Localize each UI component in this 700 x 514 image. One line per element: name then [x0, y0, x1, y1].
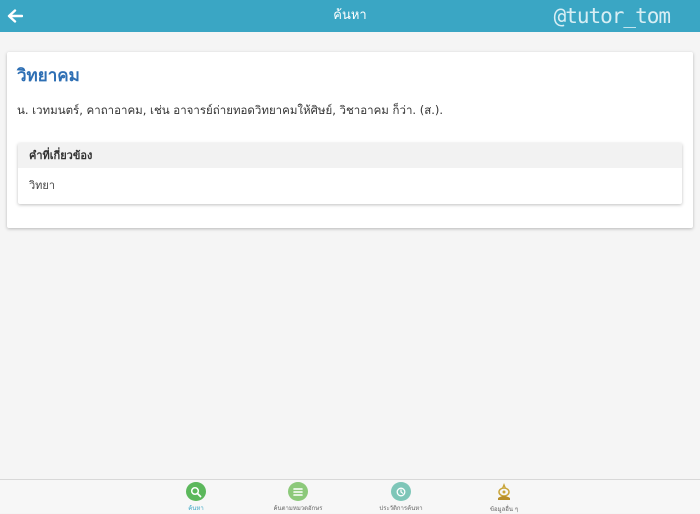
nav-alphabet[interactable]: ค้นตามหมวดอักษร — [253, 482, 343, 513]
nav-history[interactable]: ประวัติการค้นหา — [356, 482, 446, 513]
related-word-item[interactable]: วิทยา — [18, 168, 682, 204]
nav-search-label: ค้นหา — [188, 505, 204, 512]
nav-history-label: ประวัติการค้นหา — [379, 505, 423, 512]
nav-more-info[interactable]: ข้อมูลอื่น ๆ — [459, 482, 549, 513]
bottom-nav-bar: ค้นหา ค้นตามหมวดอักษร ประวัติการค้นหา ข้… — [0, 479, 700, 513]
nav-alphabet-label: ค้นตามหมวดอักษร — [273, 505, 323, 512]
watermark: @tutor_tom — [553, 4, 671, 28]
search-icon — [186, 482, 206, 501]
top-app-bar: ค้นหา @tutor_tom — [0, 0, 700, 32]
related-words-panel: คำที่เกี่ยวข้อง วิทยา — [18, 143, 682, 204]
entry-definition: น. เวทมนตร์, คาถาอาคม, เช่น อาจารย์ถ่ายท… — [17, 103, 444, 117]
emblem-icon — [494, 482, 514, 502]
entry-card: วิทยาคม น. เวทมนตร์, คาถาอาคม, เช่น อาจา… — [7, 52, 693, 228]
related-words-header: คำที่เกี่ยวข้อง — [18, 143, 682, 168]
entry-word: วิทยาคม — [17, 66, 80, 86]
nav-search[interactable]: ค้นหา — [151, 482, 241, 513]
history-icon — [391, 482, 411, 501]
list-icon — [288, 482, 308, 501]
